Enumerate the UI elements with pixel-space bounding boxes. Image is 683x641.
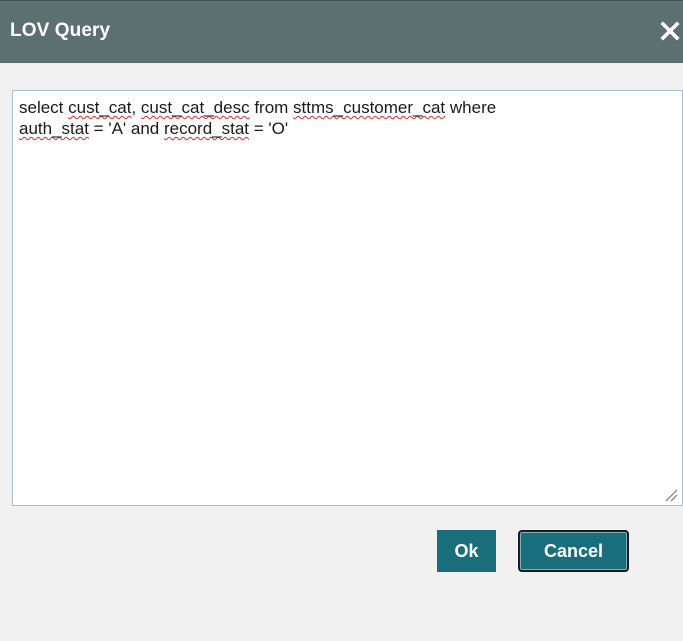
query-line-1: select cust_cat, cust_cat_desc from sttm… xyxy=(19,97,676,118)
lov-query-textarea[interactable]: select cust_cat, cust_cat_desc from sttm… xyxy=(12,90,683,506)
query-text: from xyxy=(249,98,294,117)
cancel-button[interactable]: Cancel xyxy=(518,530,629,572)
close-button[interactable] xyxy=(657,15,683,47)
misspelled-word: record_stat xyxy=(163,119,250,138)
query-text: , xyxy=(131,98,141,117)
query-text: select xyxy=(19,98,69,117)
query-text: = 'A' and xyxy=(88,119,164,138)
misspelled-word: sttms_customer_cat xyxy=(293,98,446,117)
resize-grip-icon[interactable] xyxy=(664,488,678,502)
lov-query-dialog: LOV Query select cust_cat, cust_cat_desc… xyxy=(0,0,683,641)
close-icon xyxy=(657,15,683,47)
query-line-2: auth_stat = 'A' and record_stat = 'O' xyxy=(19,118,676,139)
query-text: = 'O' xyxy=(249,119,289,138)
misspelled-word: auth_stat xyxy=(19,119,89,138)
query-text: where xyxy=(445,98,497,117)
misspelled-word: cust_cat xyxy=(68,98,132,117)
ok-button[interactable]: Ok xyxy=(437,530,496,572)
dialog-titlebar[interactable]: LOV Query xyxy=(0,0,683,63)
dialog-title: LOV Query xyxy=(10,20,111,41)
misspelled-word: cust_cat_desc xyxy=(140,98,250,117)
